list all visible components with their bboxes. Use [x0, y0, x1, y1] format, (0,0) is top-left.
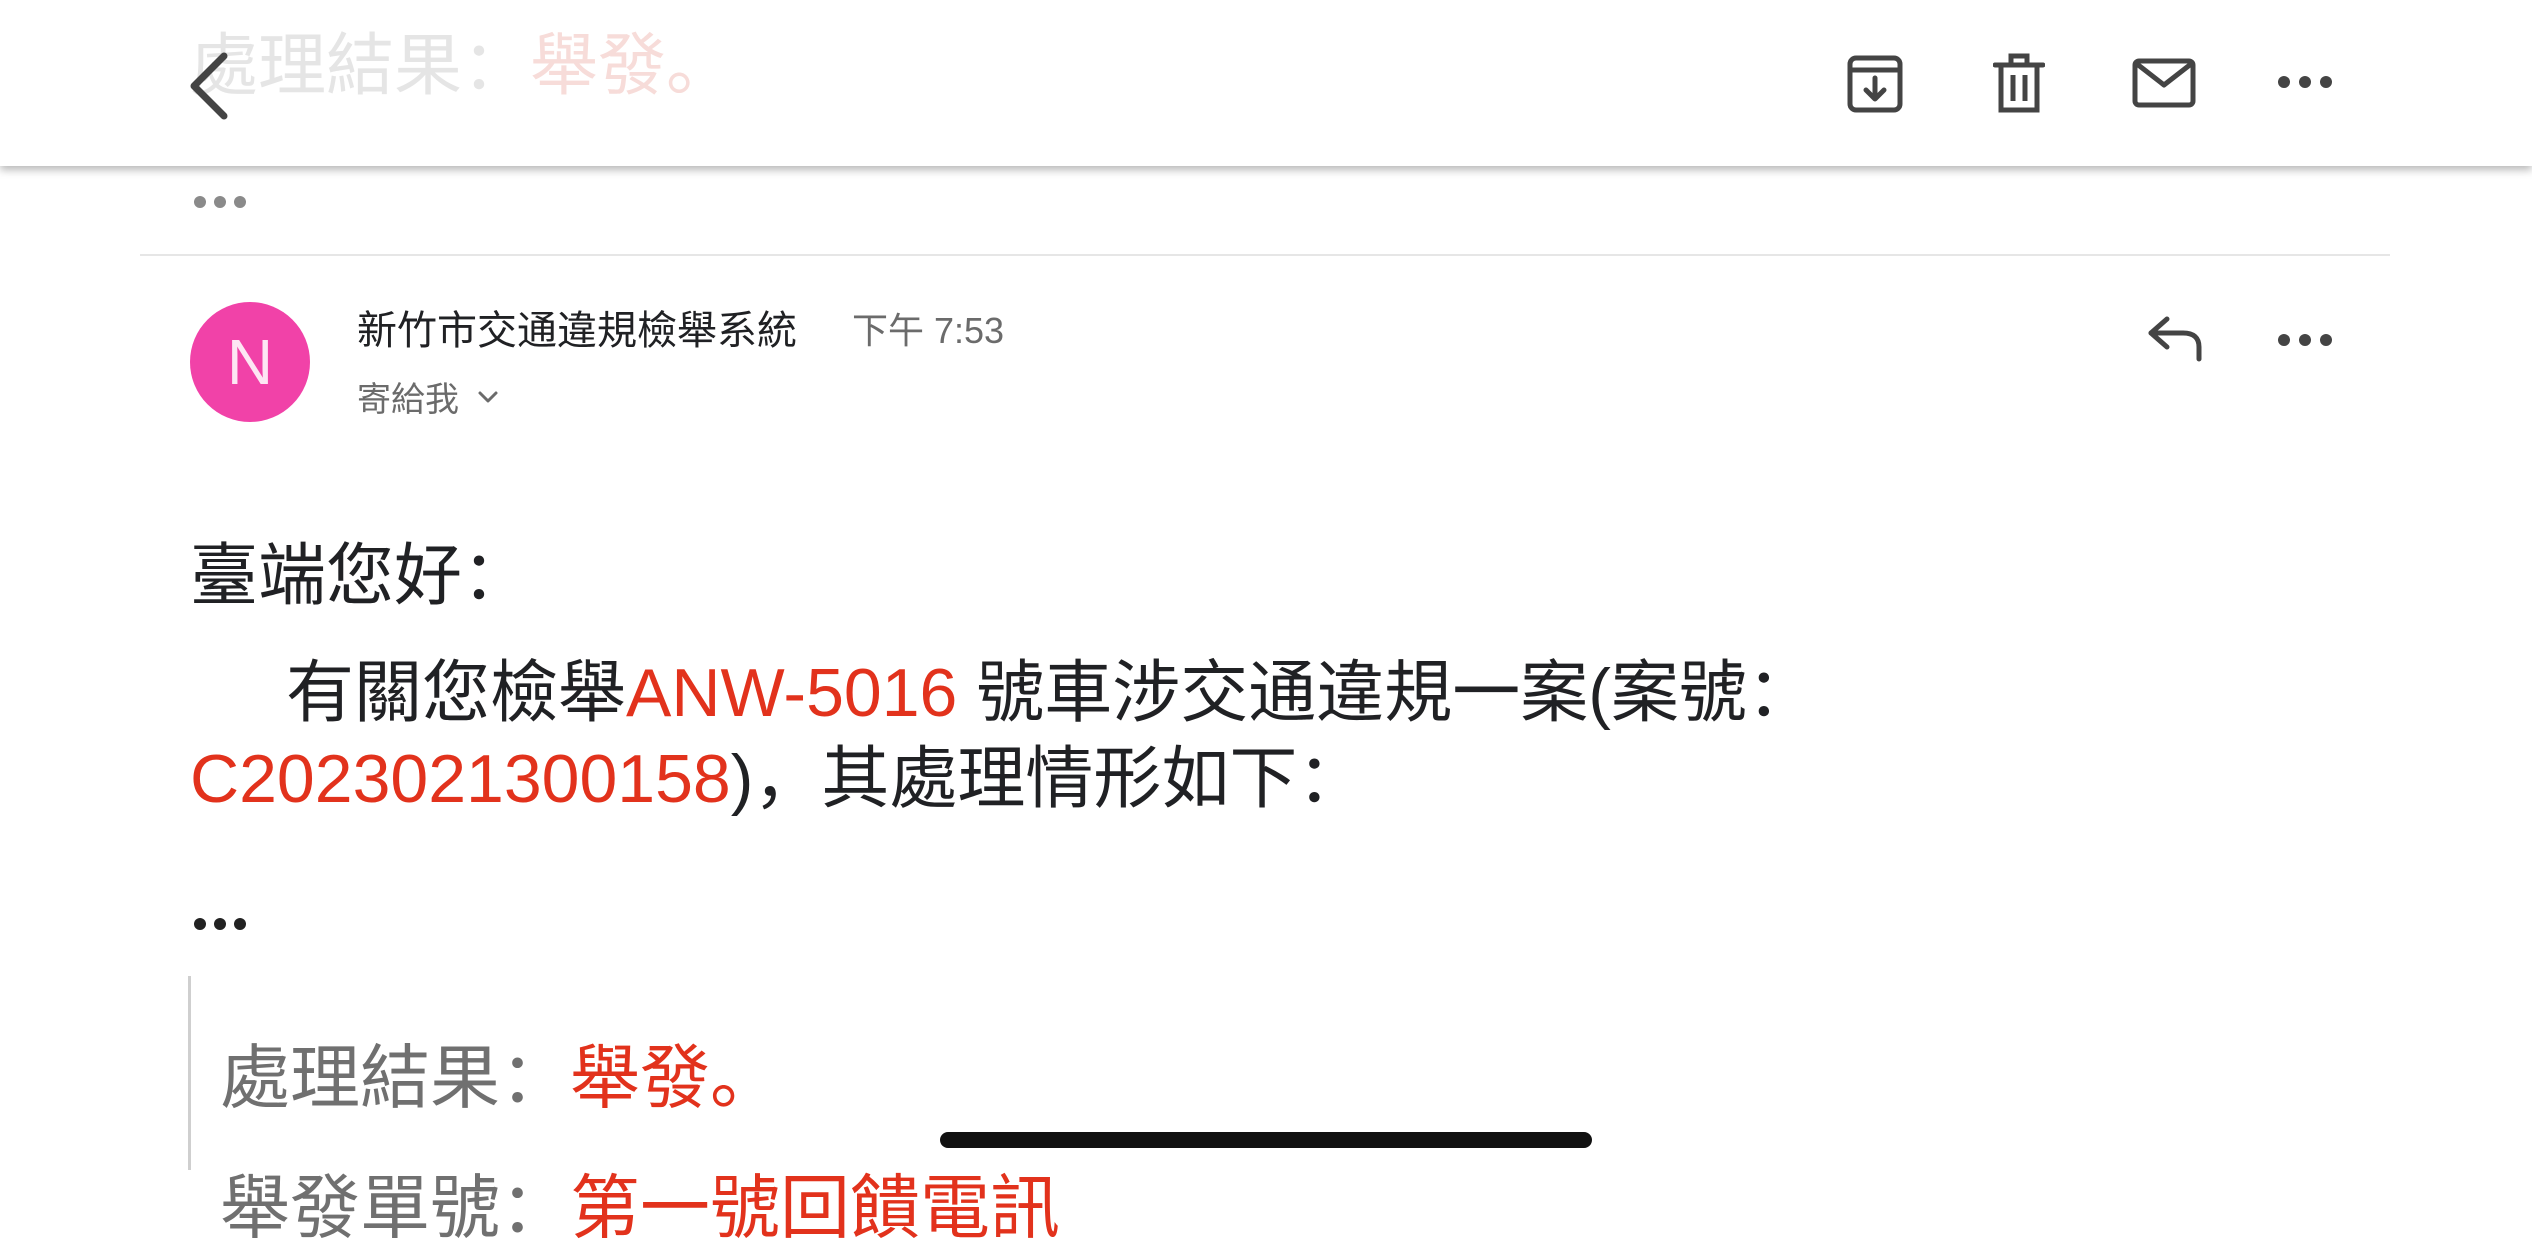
- show-trimmed-content-button[interactable]: [192, 914, 248, 934]
- more-options-button[interactable]: [2270, 62, 2340, 102]
- home-indicator[interactable]: [940, 1132, 1592, 1148]
- reply-icon: [2148, 316, 2202, 362]
- top-app-bar: 處理結果：舉發。: [0, 0, 2532, 166]
- recipient-label: 寄給我: [357, 381, 459, 419]
- scrolled-subject-title: 處理結果：舉發。: [190, 28, 735, 104]
- archive-button[interactable]: [1840, 52, 1910, 116]
- case-number: C2023021300158: [190, 741, 731, 817]
- back-button[interactable]: [178, 46, 238, 126]
- delete-button[interactable]: [1984, 50, 2054, 116]
- message-more-button[interactable]: [2270, 322, 2340, 358]
- chevron-left-icon: [190, 52, 228, 120]
- next-line-label: 舉發單號：: [220, 1169, 570, 1247]
- plate-number: ANW-5016: [626, 655, 958, 731]
- recipient-toggle[interactable]: 寄給我: [357, 372, 499, 421]
- next-line-partial: 舉發單號：第一號回饋電訊: [220, 1152, 1060, 1253]
- reply-button[interactable]: [2140, 308, 2210, 368]
- mark-unread-button[interactable]: [2126, 52, 2202, 114]
- body-paragraph: 有關您檢舉ANW-5016 號車涉交通違規一案(案號： C20230213001…: [190, 650, 1890, 822]
- message-divider: [140, 254, 2390, 256]
- archive-icon: [1847, 55, 1903, 113]
- next-line-value: 第一號回饋電訊: [570, 1169, 1060, 1247]
- sender-avatar[interactable]: N: [190, 302, 310, 422]
- chevron-down-icon: [478, 391, 498, 402]
- result-value: 舉發。: [570, 1039, 780, 1117]
- ellipsis-icon: [194, 918, 246, 930]
- greeting-text: 臺端您好：: [190, 538, 531, 614]
- quote-bar: [188, 976, 191, 1170]
- avatar-letter: N: [226, 326, 274, 398]
- collapsed-messages-toggle[interactable]: [192, 190, 248, 214]
- body-text: 有關您檢舉: [286, 655, 627, 731]
- trash-icon: [1993, 53, 2045, 113]
- mail-icon: [2132, 58, 2196, 108]
- body-text: )，其處理情形如下：: [730, 741, 1366, 817]
- more-horizontal-icon: [2278, 76, 2332, 88]
- message-time: 下午 7:53: [852, 310, 1005, 351]
- ellipsis-icon: [194, 196, 246, 208]
- result-label: 處理結果：: [220, 1039, 570, 1117]
- more-horizontal-icon: [2278, 334, 2332, 346]
- result-line: 處理結果：舉發。: [220, 1022, 780, 1123]
- sender-name: 新竹市交通違規檢舉系統: [357, 309, 797, 353]
- body-text: 號車涉交通違規一案(案號：: [957, 655, 1815, 731]
